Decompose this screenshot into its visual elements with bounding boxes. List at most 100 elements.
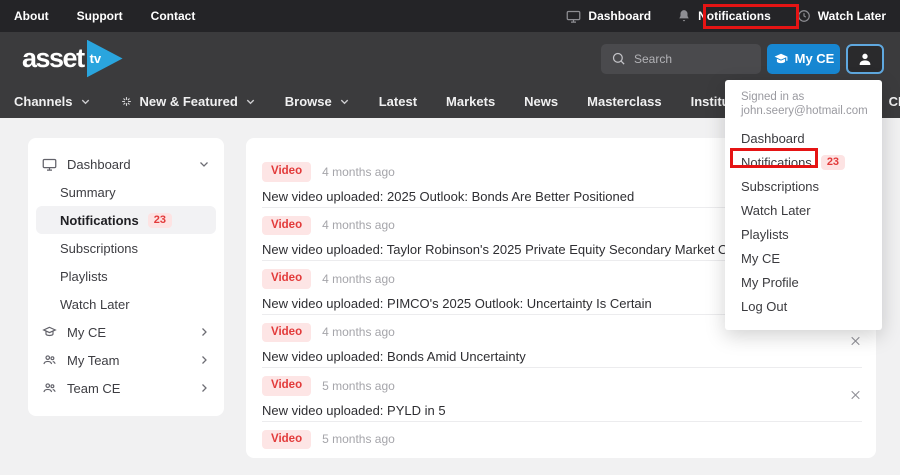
menu-item-subscriptions[interactable]: Subscriptions xyxy=(741,174,866,198)
menu-item-notifications[interactable]: Notifications 23 xyxy=(741,150,866,174)
nav-browse-label: Browse xyxy=(285,94,332,109)
logo-wordmark: asset xyxy=(22,43,84,74)
sidebar-item-my-ce[interactable]: My CE xyxy=(28,318,224,346)
graduation-cap-icon xyxy=(42,325,57,339)
nav-latest[interactable]: Latest xyxy=(379,94,417,109)
menu-item-log-out[interactable]: Log Out xyxy=(741,294,866,318)
nav-browse[interactable]: Browse xyxy=(285,94,350,109)
nav-new-featured[interactable]: New & Featured xyxy=(120,94,256,109)
topbar-dashboard-link[interactable]: Dashboard xyxy=(566,9,651,24)
nav-markets[interactable]: Markets xyxy=(446,94,495,109)
menu-item-watch-later[interactable]: Watch Later xyxy=(741,198,866,222)
nav-latest-label: Latest xyxy=(379,94,417,109)
people-icon xyxy=(42,381,57,395)
sidebar-team-ce-label: Team CE xyxy=(67,381,120,396)
notification-time: 5 months ago xyxy=(322,432,395,446)
menu-subscriptions-label: Subscriptions xyxy=(741,179,819,194)
menu-my-ce-label: My CE xyxy=(741,251,780,266)
nav-new-featured-label: New & Featured xyxy=(140,94,238,109)
sparkle-icon xyxy=(120,95,133,108)
topbar-link-contact[interactable]: Contact xyxy=(151,9,196,23)
sidebar-item-notifications[interactable]: Notifications 23 xyxy=(36,206,216,234)
header: asset tv My CE xyxy=(0,32,900,85)
nav-ce-credits-label: CE Cr xyxy=(889,94,900,109)
menu-item-playlists[interactable]: Playlists xyxy=(741,222,866,246)
sidebar-summary-label: Summary xyxy=(60,185,116,200)
nav-masterclass[interactable]: Masterclass xyxy=(587,94,661,109)
topbar-actions: Dashboard Notifications Watch Later xyxy=(566,9,886,24)
close-icon xyxy=(849,388,862,401)
sidebar-notifications-label: Notifications xyxy=(60,213,139,228)
sidebar-item-summary[interactable]: Summary xyxy=(28,178,224,206)
notification-time: 4 months ago xyxy=(322,272,395,286)
account-menu-button[interactable] xyxy=(846,44,884,74)
sidebar-my-team-label: My Team xyxy=(67,353,120,368)
notification-title[interactable]: New video uploaded: Bonds Amid Uncertain… xyxy=(262,349,836,364)
topbar: About Support Contact Dashboard Notifica… xyxy=(0,0,900,32)
video-type-badge: Video xyxy=(262,216,311,236)
sidebar-item-my-team[interactable]: My Team xyxy=(28,346,224,374)
nav-news-label: News xyxy=(524,94,558,109)
menu-item-dashboard[interactable]: Dashboard xyxy=(741,126,866,150)
sidebar-item-dashboard[interactable]: Dashboard xyxy=(28,150,224,178)
search-input[interactable] xyxy=(634,52,751,66)
nav-channels[interactable]: Channels xyxy=(14,94,91,109)
sidebar-dashboard-label: Dashboard xyxy=(67,157,131,172)
my-ce-button[interactable]: My CE xyxy=(767,44,840,74)
play-triangle-icon: tv xyxy=(87,40,123,78)
menu-dashboard-label: Dashboard xyxy=(741,131,805,146)
notification-title[interactable]: New video uploaded: PYLD in 5 xyxy=(262,403,836,418)
chevron-down-icon xyxy=(245,96,256,107)
sidebar-playlists-label: Playlists xyxy=(60,269,108,284)
people-icon xyxy=(42,353,57,367)
video-type-badge: Video xyxy=(262,376,311,396)
menu-log-out-label: Log Out xyxy=(741,299,787,314)
topbar-dashboard-label: Dashboard xyxy=(588,9,651,23)
sidebar-subscriptions-label: Subscriptions xyxy=(60,241,138,256)
notification-time: 4 months ago xyxy=(322,218,395,232)
search-icon xyxy=(611,51,626,66)
chevron-down-icon xyxy=(339,96,350,107)
close-icon xyxy=(849,335,862,348)
nav-ce-credits[interactable]: CE Cr xyxy=(889,94,900,109)
sidebar-my-ce-label: My CE xyxy=(67,325,106,340)
nav-channels-label: Channels xyxy=(14,94,73,109)
notification-time: 4 months ago xyxy=(322,165,395,179)
logo-tv-label: tv xyxy=(90,51,102,66)
menu-playlists-label: Playlists xyxy=(741,227,789,242)
menu-watch-later-label: Watch Later xyxy=(741,203,811,218)
topbar-watch-later-label: Watch Later xyxy=(818,9,886,23)
nav-markets-label: Markets xyxy=(446,94,495,109)
topbar-watch-later-link[interactable]: Watch Later xyxy=(797,9,886,23)
topbar-link-about[interactable]: About xyxy=(14,9,49,23)
menu-item-my-profile[interactable]: My Profile xyxy=(741,270,866,294)
monitor-icon xyxy=(42,157,57,172)
asset-tv-logo[interactable]: asset tv xyxy=(22,40,123,78)
dismiss-notification-button[interactable] xyxy=(847,333,864,350)
notification-row: Video 5 months ago New video uploaded: P… xyxy=(246,368,876,422)
dismiss-notification-button[interactable] xyxy=(847,386,864,403)
signed-in-as-label: Signed in as xyxy=(741,92,866,103)
topbar-notifications-link[interactable]: Notifications xyxy=(677,9,771,23)
notification-time: 4 months ago xyxy=(322,325,395,339)
my-ce-label: My CE xyxy=(795,51,835,66)
menu-item-my-ce[interactable]: My CE xyxy=(741,246,866,270)
sidebar-watch-later-label: Watch Later xyxy=(60,297,130,312)
notification-row: Video 5 months ago xyxy=(246,422,876,475)
signed-in-email: john.seery@hotmail.com xyxy=(741,105,866,118)
sidebar-item-subscriptions[interactable]: Subscriptions xyxy=(28,234,224,262)
chevron-right-icon xyxy=(198,382,210,394)
notification-time: 5 months ago xyxy=(322,379,395,393)
sidebar-item-watch-later[interactable]: Watch Later xyxy=(28,290,224,318)
sidebar-item-team-ce[interactable]: Team CE xyxy=(28,374,224,402)
topbar-notifications-label: Notifications xyxy=(698,9,771,23)
bell-icon xyxy=(677,9,691,23)
nav-news[interactable]: News xyxy=(524,94,558,109)
video-type-badge: Video xyxy=(262,162,311,182)
sidebar-item-playlists[interactable]: Playlists xyxy=(28,262,224,290)
video-type-badge: Video xyxy=(262,269,311,289)
dashboard-sidebar: Dashboard Summary Notifications 23 Subsc… xyxy=(28,138,224,416)
menu-notifications-label: Notifications xyxy=(741,155,812,170)
nav-masterclass-label: Masterclass xyxy=(587,94,661,109)
topbar-link-support[interactable]: Support xyxy=(77,9,123,23)
